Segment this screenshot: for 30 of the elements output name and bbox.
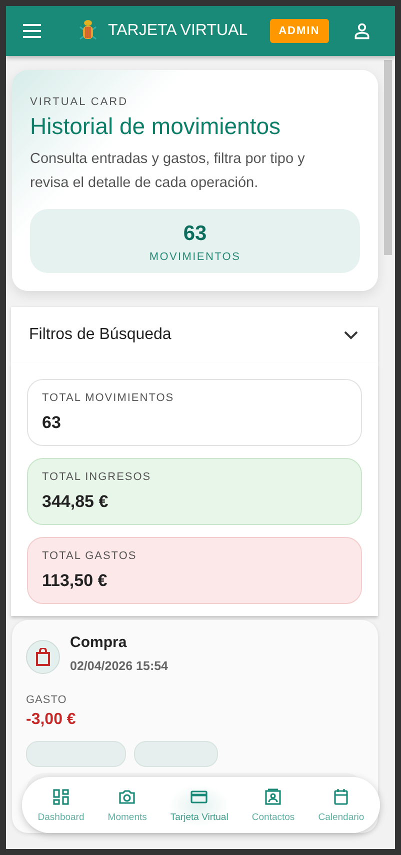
page-description: Consulta entradas y gastos, filtra por tipo y revisa el detalle de cada operación. <box>30 150 306 193</box>
dashboard-icon <box>52 788 70 806</box>
nav-item[interactable]: Moments <box>106 784 149 826</box>
total-value: 344,85 € <box>42 492 110 512</box>
count-label: MOVIMIENTOS <box>149 251 241 263</box>
card-icon <box>190 788 208 806</box>
nav-item[interactable]: Calendario <box>316 784 366 826</box>
page-title: Historial de movimientos <box>30 113 282 140</box>
movement-amount: -3,00 € <box>26 711 77 729</box>
camera-icon <box>118 788 136 806</box>
total-value: 63 <box>42 413 62 433</box>
movement-date: 02/04/2026 15:54 <box>70 659 168 673</box>
calendar-icon <box>332 788 350 806</box>
count-value: 63 <box>183 222 207 246</box>
filters-toggle[interactable]: Filtros de Búsqueda <box>11 307 378 363</box>
total-value: 113,50 € <box>42 571 108 591</box>
contact-card-icon <box>264 788 282 806</box>
menu-icon[interactable] <box>22 23 42 39</box>
app-title: TARJETA VIRTUAL <box>108 22 248 40</box>
movement-title: Compra <box>70 634 128 651</box>
card-eyebrow: VIRTUAL CARD <box>30 96 130 108</box>
nav-item[interactable]: Dashboard <box>36 784 86 826</box>
movement-type: GASTO <box>26 694 68 706</box>
total-label: TOTAL INGRESOS <box>42 471 152 483</box>
bag-icon <box>26 640 60 674</box>
nav-item[interactable]: Contactos <box>250 784 297 826</box>
total-label: TOTAL GASTOS <box>42 550 138 562</box>
role-badge: ADMIN <box>270 19 329 43</box>
user-icon[interactable] <box>352 22 371 40</box>
total-label: TOTAL MOVIMIENTOS <box>42 392 176 404</box>
